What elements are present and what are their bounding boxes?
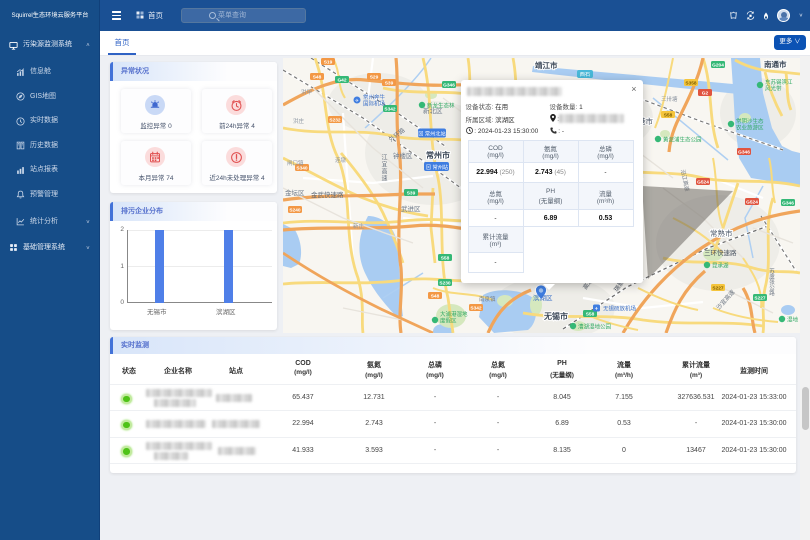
svg-text:昆承湖: 昆承湖: [712, 262, 729, 270]
svg-text:钟楼区: 钟楼区: [393, 151, 413, 160]
svg-text:常阴沙生态: 常阴沙生态: [736, 117, 764, 125]
svg-text:常州市: 常州市: [426, 150, 450, 160]
svg-text:三卅塘: 三卅塘: [661, 95, 678, 103]
svg-text:金武快速路: 金武快速路: [311, 190, 344, 199]
svg-text:南泉镇: 南泉镇: [479, 295, 496, 303]
svg-text:无锡硕放机场: 无锡硕放机场: [603, 305, 637, 313]
svg-text:✈: ✈: [595, 306, 599, 311]
svg-text:洪庄: 洪庄: [293, 117, 305, 125]
svg-text:金坛区: 金坛区: [285, 188, 305, 197]
svg-text:外环路: 外环路: [387, 126, 406, 143]
svg-text:南通市: 南通市: [764, 59, 787, 69]
svg-text:黄泥浦生态公园: 黄泥浦生态公园: [663, 136, 702, 144]
svg-text:江宜高速: 江宜高速: [380, 154, 387, 182]
svg-text:苏虞张公路: 苏虞张公路: [768, 267, 775, 297]
svg-text:滨湖区: 滨湖区: [533, 293, 553, 302]
svg-text:风光带: 风光带: [765, 85, 782, 93]
svg-text:沙宜高速: 沙宜高速: [715, 288, 737, 311]
svg-text:无锡市: 无锡市: [543, 311, 568, 321]
svg-text:常熟市: 常熟市: [710, 228, 733, 238]
svg-text:大浦港湿地: 大浦港湿地: [440, 310, 468, 318]
svg-text:新庄: 新庄: [353, 222, 365, 230]
svg-text:闸口镇: 闸口镇: [287, 159, 304, 167]
svg-text:东苏锡滨江: 东苏锡滨江: [765, 78, 793, 86]
svg-text:洪甲: 洪甲: [301, 88, 312, 96]
svg-text:湿地: 湿地: [787, 316, 799, 324]
svg-text:✈: ✈: [355, 98, 359, 103]
svg-text:武进区: 武进区: [401, 204, 421, 213]
svg-text:常州奔牛: 常州奔牛: [363, 93, 386, 101]
svg-text:连墩: 连墩: [335, 156, 347, 164]
svg-text:国际机场: 国际机场: [363, 100, 386, 108]
svg-text:靖江市: 靖江市: [535, 60, 558, 70]
svg-text:新北区: 新北区: [423, 106, 443, 115]
svg-text:漕湖湿地公园: 漕湖湿地公园: [578, 323, 612, 331]
svg-text:三环快速路: 三环快速路: [704, 248, 737, 257]
svg-text:农业旅游区: 农业旅游区: [736, 124, 764, 132]
svg-text:度假区: 度假区: [440, 317, 457, 325]
